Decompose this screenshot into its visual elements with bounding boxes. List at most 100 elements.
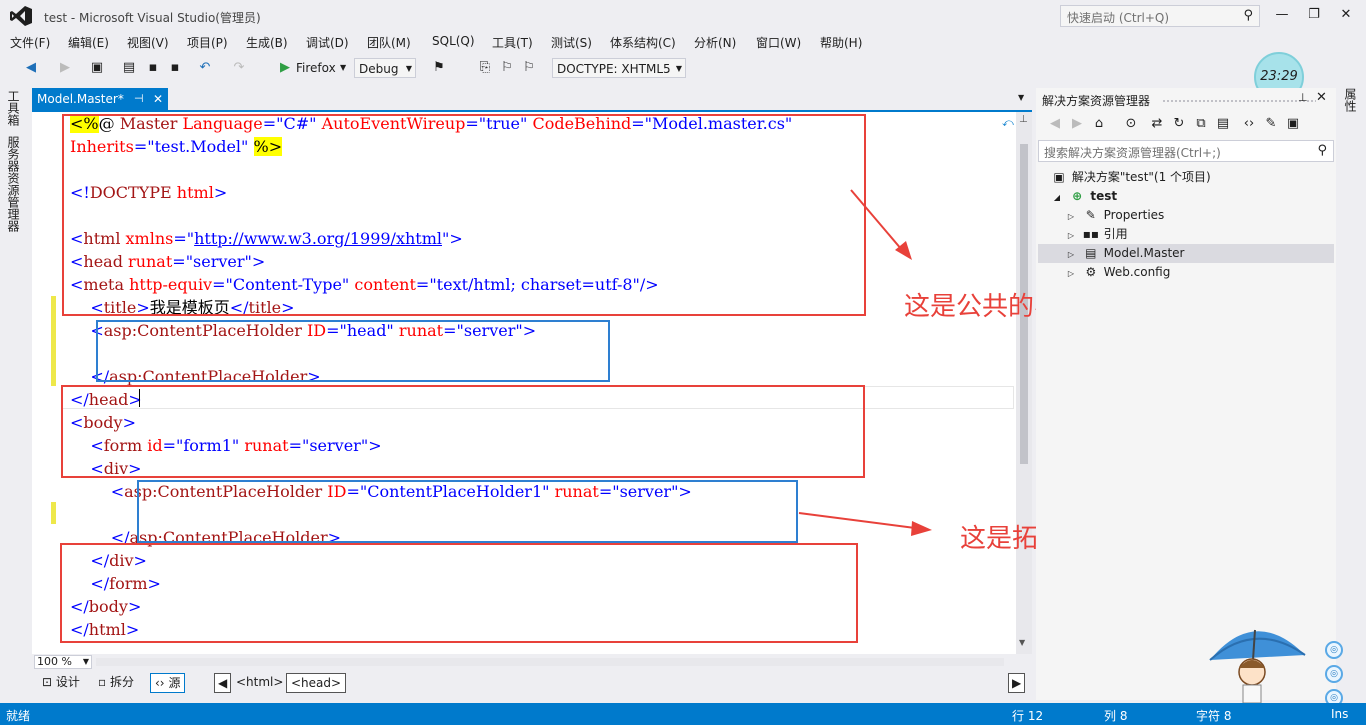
code-line[interactable]: </div> (70, 549, 792, 572)
toolbox-tab[interactable]: 工具箱 (6, 90, 22, 126)
menu-team[interactable]: 团队(M) (367, 34, 411, 51)
new-project-icon[interactable]: ▣ (88, 58, 106, 78)
server-explorer-tab[interactable]: 服务器资源管理器 (6, 136, 22, 232)
expanded-icon[interactable]: ◢ (1050, 188, 1064, 207)
tree-item-project[interactable]: ◢ ⊕ test (1050, 187, 1330, 206)
horizontal-scrollbar[interactable] (96, 658, 1004, 666)
menu-view[interactable]: 视图(V) (127, 34, 169, 51)
code-line[interactable]: Inherits="test.Model" %> (70, 135, 792, 158)
close-icon[interactable]: ✕ (153, 88, 163, 110)
chevron-down-icon[interactable]: ▼ (340, 58, 346, 78)
show-all-files-icon[interactable]: ▤ (1214, 116, 1232, 131)
floating-widget-icon[interactable]: ◎ (1325, 641, 1343, 659)
code-line[interactable]: <%@ Master Language="C#" AutoEventWireup… (70, 112, 792, 135)
properties-icon[interactable]: ✎ (1262, 116, 1280, 131)
back-icon[interactable]: ◀ (22, 58, 40, 78)
undo-icon[interactable]: ↶ (196, 58, 214, 78)
code-line[interactable] (70, 342, 792, 365)
tab-model-master[interactable]: Model.Master* ⊣ ✕ (32, 88, 168, 110)
solution-search-input[interactable]: 搜索解决方案资源管理器(Ctrl+;) ⚲ (1038, 140, 1334, 162)
collapsed-icon[interactable]: ▷ (1064, 264, 1078, 283)
menu-tools[interactable]: 工具(T) (492, 34, 533, 51)
split-view-button[interactable]: ▫ 拆分 (94, 673, 138, 693)
find-in-files-icon[interactable]: ⚑ (430, 58, 448, 78)
code-line[interactable] (70, 503, 792, 526)
tag-crumb-html[interactable]: <html> (232, 673, 287, 693)
code-line[interactable]: <title>我是模板页</title> (70, 296, 792, 319)
forward-icon[interactable]: ▶ (1068, 116, 1086, 131)
menu-sql[interactable]: SQL(Q) (432, 34, 475, 48)
tree-item-references[interactable]: ▷ ▪▪ 引用 (1064, 225, 1330, 244)
menu-window[interactable]: 窗口(W) (756, 34, 801, 51)
code-line[interactable]: </html> (70, 618, 792, 641)
collapsed-icon[interactable]: ▷ (1064, 245, 1078, 264)
bookmark-icon[interactable]: ⚐ (498, 58, 516, 78)
sync-icon[interactable]: ⊙ (1122, 116, 1140, 131)
tab-list-chevron-icon[interactable]: ▼ (1018, 93, 1024, 102)
code-editor[interactable]: <%@ Master Language="C#" AutoEventWireup… (32, 112, 1016, 654)
source-view-button[interactable]: ‹› 源 (150, 673, 186, 693)
code-line[interactable]: </asp:ContentPlaceHolder> (70, 365, 792, 388)
collapse-all-icon[interactable]: ⧉ (1192, 116, 1210, 131)
minimize-button[interactable]: — (1268, 4, 1296, 26)
panel-grip[interactable] (1162, 99, 1316, 103)
menu-architecture[interactable]: 体系结构(C) (610, 34, 676, 51)
refresh-icon[interactable]: ↻ (1170, 116, 1188, 131)
properties-tab[interactable]: 属性 (1342, 88, 1359, 112)
menu-help[interactable]: 帮助(H) (820, 34, 862, 51)
tag-crumb-head[interactable]: <head> (286, 673, 347, 693)
code-line[interactable]: <html xmlns="http://www.w3.org/1999/xhtm… (70, 227, 792, 250)
split-handle-icon[interactable]: ⊥ (1019, 114, 1028, 125)
design-view-button[interactable]: ⊡ 设计 (38, 673, 84, 693)
code-line[interactable]: <!DOCTYPE html> (70, 181, 792, 204)
code-line[interactable]: <form id="form1" runat="server"> (70, 434, 792, 457)
code-line[interactable]: </asp:ContentPlaceHolder> (70, 526, 792, 549)
tree-item-solution[interactable]: ▣ 解决方案"test"(1 个项目) (1050, 168, 1330, 187)
menu-test[interactable]: 测试(S) (551, 34, 592, 51)
code-line[interactable]: </form> (70, 572, 792, 595)
vertical-scrollbar[interactable]: ⊥ ▼ (1016, 112, 1032, 654)
start-icon[interactable]: ▶ (276, 58, 294, 78)
pin-icon[interactable]: ⊣ (134, 88, 144, 110)
save-all-icon[interactable]: ▪ (166, 58, 184, 78)
back-icon[interactable]: ◀ (1046, 116, 1064, 131)
word-wrap-icon[interactable]: ⤺ (1002, 116, 1014, 130)
code-line[interactable]: <asp:ContentPlaceHolder ID="ContentPlace… (70, 480, 792, 503)
crumb-back-button[interactable]: ◀ (214, 673, 232, 693)
code-line[interactable]: <asp:ContentPlaceHolder ID="head" runat=… (70, 319, 792, 342)
tree-item-model-master[interactable]: ▷ ▤ Model.Master (1038, 244, 1334, 263)
menu-debug[interactable]: 调试(D) (306, 34, 349, 51)
collapsed-icon[interactable]: ▷ (1064, 207, 1078, 226)
menu-file[interactable]: 文件(F) (10, 34, 50, 51)
scroll-down-icon[interactable]: ▼ (1019, 638, 1025, 647)
clear-bookmarks-icon[interactable]: ⚐ (520, 58, 538, 78)
menu-project[interactable]: 项目(P) (187, 34, 228, 51)
code-line[interactable] (70, 158, 792, 181)
code-line[interactable]: <head runat="server"> (70, 250, 792, 273)
pin-icon[interactable]: ⊥ (1298, 91, 1308, 104)
close-button[interactable]: ✕ (1332, 4, 1360, 26)
preview-icon[interactable]: ▣ (1284, 116, 1302, 131)
document-outline-icon[interactable]: ⎘ (476, 58, 494, 78)
code-text[interactable]: <%@ Master Language="C#" AutoEventWireup… (70, 112, 792, 641)
code-line[interactable]: <meta http-equiv="Content-Type" content=… (70, 273, 792, 296)
browser-selector[interactable]: Firefox (296, 58, 336, 78)
doctype-dropdown[interactable]: DOCTYPE: XHTML5 ▼ (552, 58, 686, 78)
code-line[interactable]: </body> (70, 595, 792, 618)
save-icon[interactable]: ▪ (144, 58, 162, 78)
restore-button[interactable]: ❐ (1300, 4, 1328, 26)
quick-launch-input[interactable]: 快速启动 (Ctrl+Q) ⚲ (1060, 5, 1260, 27)
menu-build[interactable]: 生成(B) (246, 34, 288, 51)
code-line[interactable]: </head> (70, 388, 792, 411)
tree-item-properties[interactable]: ▷ ✎ Properties (1064, 206, 1330, 225)
pending-changes-icon[interactable]: ⇄ (1148, 116, 1166, 131)
forward-icon[interactable]: ▶ (56, 58, 74, 78)
open-file-icon[interactable]: ▤ (120, 58, 138, 78)
code-line[interactable] (70, 204, 792, 227)
close-icon[interactable]: ✕ (1316, 90, 1327, 105)
home-icon[interactable]: ⌂ (1090, 116, 1108, 131)
collapsed-icon[interactable]: ▷ (1064, 226, 1078, 245)
floating-widget-icon[interactable]: ◎ (1325, 665, 1343, 683)
tree-item-web-config[interactable]: ▷ ⚙ Web.config (1064, 263, 1330, 282)
code-line[interactable]: <div> (70, 457, 792, 480)
